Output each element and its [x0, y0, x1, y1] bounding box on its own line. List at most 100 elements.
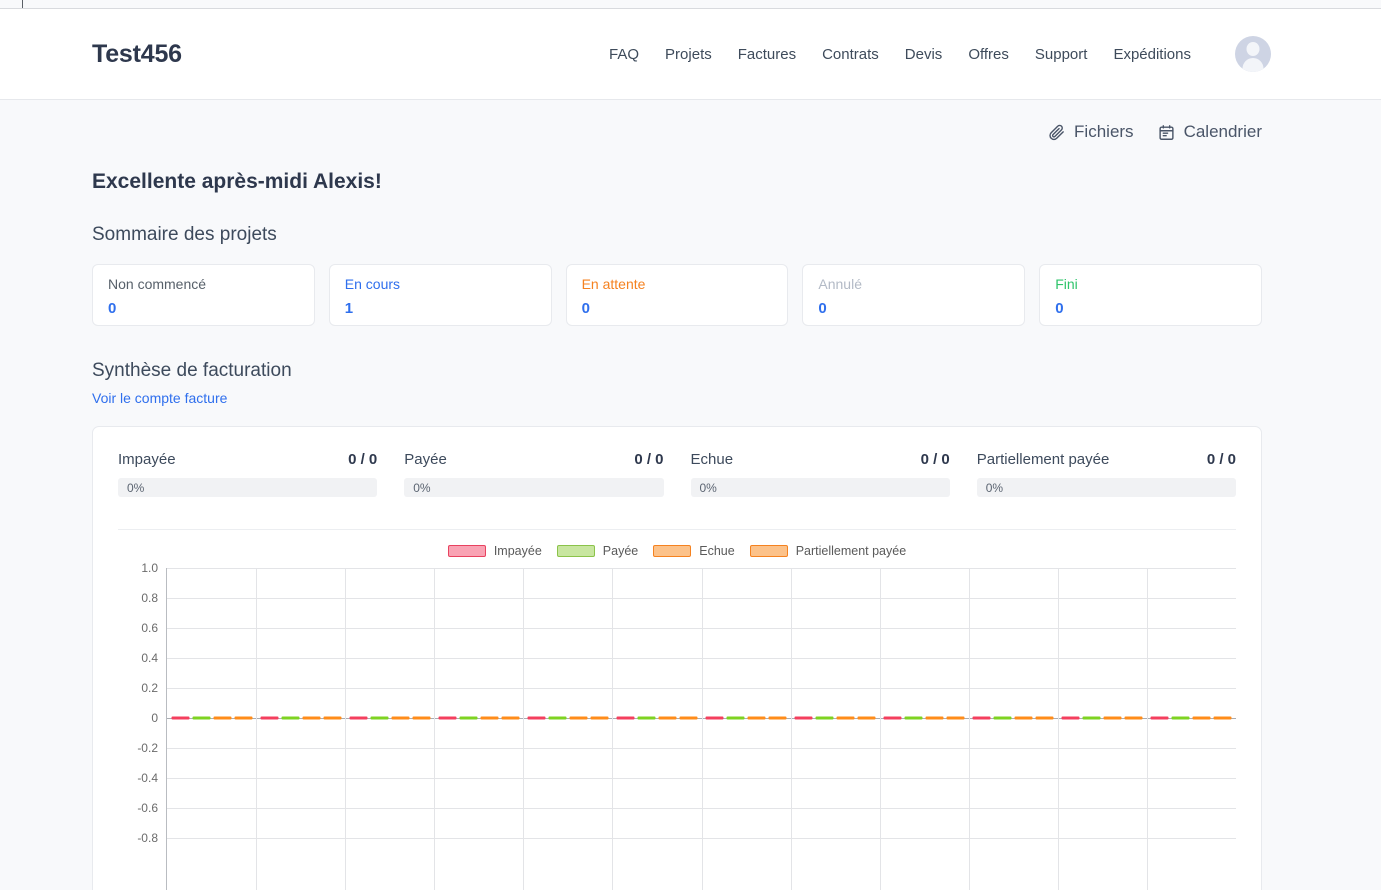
chart-bar-group [883, 716, 965, 720]
chart-bar[interactable] [438, 716, 457, 720]
avatar[interactable] [1235, 36, 1271, 72]
paperclip-icon [1048, 124, 1065, 141]
quick-action-calendrier[interactable]: Calendrier [1158, 122, 1262, 142]
chart-bar[interactable] [548, 716, 567, 720]
billing-section-title: Synthèse de facturation [92, 360, 292, 381]
chart-gridline-vertical [790, 568, 792, 890]
chart-bar[interactable] [993, 716, 1012, 720]
chart-bar[interactable] [883, 716, 902, 720]
chart-bar[interactable] [768, 716, 787, 720]
billing-account-link[interactable]: Voir le compte facture [92, 390, 227, 406]
chart-bar[interactable] [590, 716, 609, 720]
chart-bar[interactable] [281, 716, 300, 720]
summary-card-en-cours[interactable]: En cours 1 [328, 264, 552, 326]
nav-item-contrats[interactable]: Contrats [822, 46, 879, 63]
billing-stat-payee: Payée 0 / 0 0% [404, 451, 664, 497]
chart-gridline-vertical [256, 568, 258, 890]
chart-legend-label: Impayée [493, 544, 542, 558]
billing-progress-bar: 0% [976, 478, 1236, 497]
quick-action-fichiers[interactable]: Fichiers [1048, 122, 1134, 142]
chart-bar[interactable] [1192, 716, 1211, 720]
chart-bar[interactable] [679, 716, 698, 720]
billing-progress-label: 0% [413, 480, 431, 495]
chart-bar[interactable] [836, 716, 855, 720]
chart-bar[interactable] [794, 716, 813, 720]
chart-y-tick-label: 0.6 [141, 621, 158, 635]
chart-bar[interactable] [480, 716, 499, 720]
chart-bar[interactable] [459, 716, 478, 720]
chart-bar[interactable] [1150, 716, 1169, 720]
nav-item-expeditions[interactable]: Expéditions [1113, 46, 1191, 63]
chart-bar[interactable] [260, 716, 279, 720]
billing-chart: Impayée Payée Echue Partiellement payée 1.0… [118, 544, 1236, 890]
nav-item-support[interactable]: Support [1035, 46, 1088, 63]
chart-bar[interactable] [747, 716, 766, 720]
chart-bar[interactable] [815, 716, 834, 720]
chart-plot-area: 1.0 0.8 0.6 0.4 0.2 0 -0.2 -0.4 -0.6 -0.8 [118, 561, 1236, 890]
brand-title[interactable]: Test456 [92, 40, 182, 69]
chart-legend-item[interactable]: Payée [556, 544, 638, 558]
chart-bar[interactable] [569, 716, 588, 720]
chart-bar[interactable] [171, 716, 190, 720]
billing-stats: Impayée 0 / 0 0% Payée 0 / 0 0% Echue 0 … [118, 451, 1236, 497]
chart-bar[interactable] [302, 716, 321, 720]
chart-bar[interactable] [946, 716, 965, 720]
summary-card-label: Non commencé [108, 276, 207, 292]
chart-bar[interactable] [501, 716, 520, 720]
nav-item-faq[interactable]: FAQ [609, 46, 639, 63]
chart-bar[interactable] [904, 716, 923, 720]
chart-gridline-vertical [879, 568, 881, 890]
chart-bar[interactable] [972, 716, 991, 720]
chart-legend-item[interactable]: Echue [653, 544, 735, 558]
chart-bar[interactable] [857, 716, 876, 720]
chart-bar[interactable] [1213, 716, 1232, 720]
chart-legend-item[interactable]: Impayée [447, 544, 542, 558]
chart-gridline-vertical [434, 568, 436, 890]
chart-bar[interactable] [527, 716, 546, 720]
chart-bar[interactable] [391, 716, 410, 720]
chart-legend-swatch [447, 545, 486, 557]
chart-bar-group [438, 716, 520, 720]
nav-item-devis[interactable]: Devis [905, 46, 943, 63]
chart-bar[interactable] [616, 716, 635, 720]
chart-y-tick-label: 1.0 [141, 561, 158, 575]
chart-bar[interactable] [1124, 716, 1143, 720]
chart-bar[interactable] [192, 716, 211, 720]
chart-gridline-vertical [1146, 568, 1148, 890]
chart-bar[interactable] [1082, 716, 1101, 720]
chart-bar[interactable] [1035, 716, 1054, 720]
chart-bar[interactable] [726, 716, 745, 720]
chart-bar[interactable] [1061, 716, 1080, 720]
chart-legend-swatch [749, 545, 788, 557]
chart-legend-item[interactable]: Partiellement payée [749, 544, 906, 558]
chart-bar[interactable] [323, 716, 342, 720]
chart-bar[interactable] [705, 716, 724, 720]
chart-bar[interactable] [925, 716, 944, 720]
chart-bar[interactable] [349, 716, 368, 720]
chart-bar[interactable] [370, 716, 389, 720]
chart-bar[interactable] [234, 716, 253, 720]
nav-item-projets[interactable]: Projets [665, 46, 712, 63]
chart-bar[interactable] [1103, 716, 1122, 720]
summary-card-value: 0 [581, 300, 590, 317]
nav-item-offres[interactable]: Offres [968, 46, 1009, 63]
summary-card-fini[interactable]: Fini 0 [1039, 264, 1262, 326]
chart-bar[interactable] [637, 716, 656, 720]
summary-card-annule[interactable]: Annulé 0 [802, 264, 1026, 326]
chart-bar-group [705, 716, 787, 720]
nav-item-factures[interactable]: Factures [738, 46, 796, 63]
chart-bar[interactable] [658, 716, 677, 720]
summary-card-non-commence[interactable]: Non commencé 0 [92, 264, 315, 326]
chart-y-tick-label: -0.8 [137, 831, 158, 845]
summary-card-value: 0 [108, 300, 117, 317]
chart-bar[interactable] [1171, 716, 1190, 720]
summary-card-en-attente[interactable]: En attente 0 [565, 264, 789, 326]
summary-card-label: En attente [581, 276, 646, 292]
chart-gridline-vertical [701, 568, 703, 890]
chart-legend: Impayée Payée Echue Partiellement payée [118, 544, 1236, 558]
chart-bar[interactable] [1014, 716, 1033, 720]
chart-bar[interactable] [412, 716, 431, 720]
billing-card: Impayée 0 / 0 0% Payée 0 / 0 0% Echue 0 … [92, 426, 1262, 890]
chart-bar-group [1150, 716, 1232, 720]
chart-bar[interactable] [213, 716, 232, 720]
